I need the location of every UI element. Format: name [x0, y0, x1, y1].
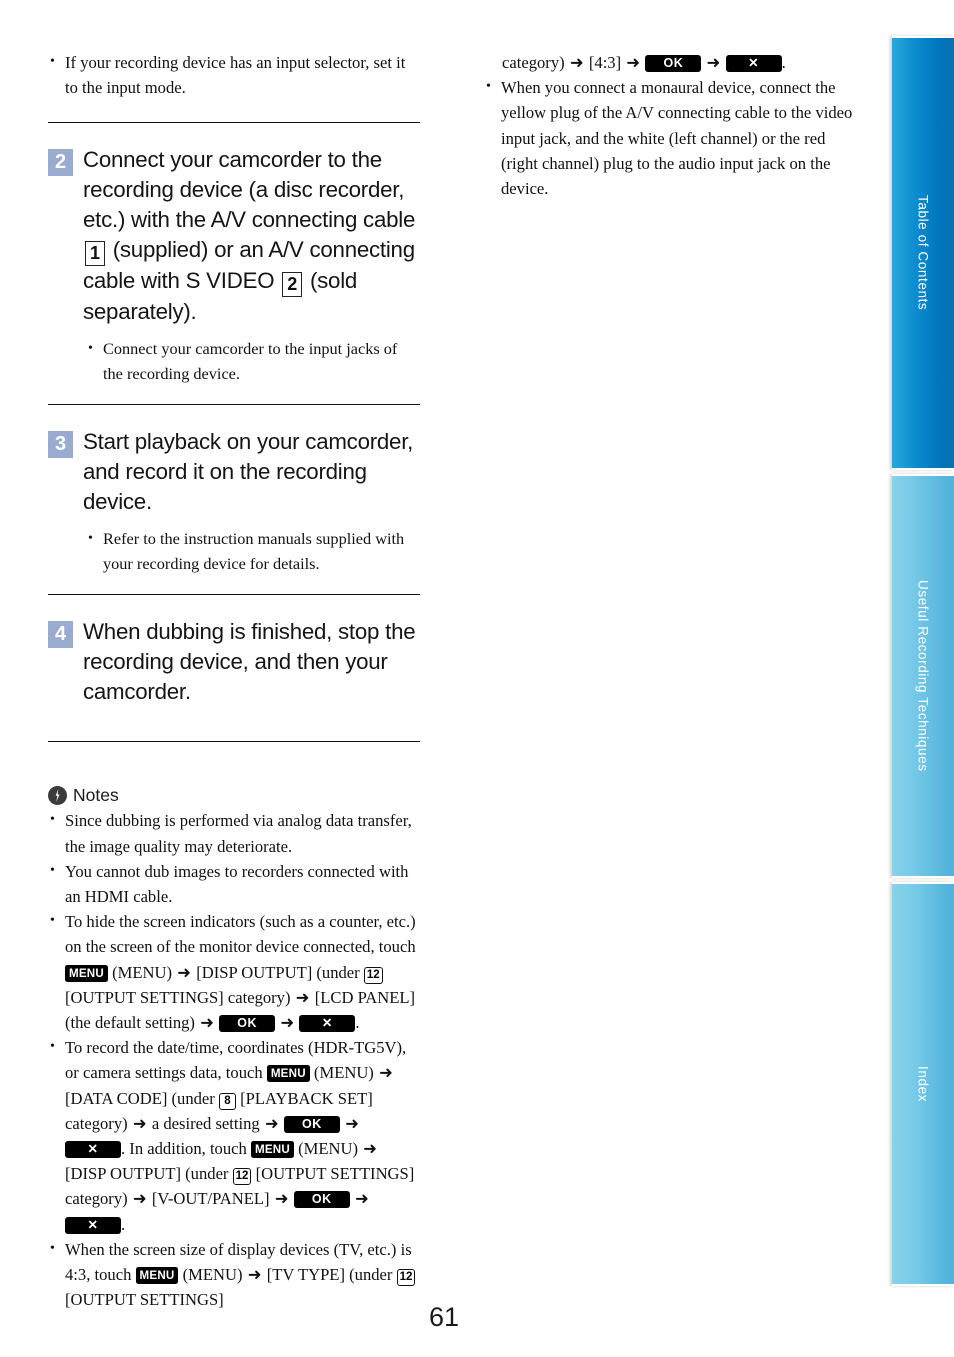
step-2: 2 Connect your camcorder to the recordin… — [48, 145, 420, 327]
menu-button-icon: MENU — [250, 1141, 294, 1159]
arrow-icon: ➜ — [264, 1113, 279, 1133]
document-page: If your recording device has an input se… — [0, 0, 954, 1357]
notes-list: Since dubbing is performed via analog da… — [48, 807, 420, 1312]
cont-period: . — [781, 53, 786, 72]
arrow-icon: ➜ — [132, 1113, 147, 1133]
cont-text-1: category) — [502, 53, 565, 72]
arrow-icon: ➜ — [363, 1139, 378, 1159]
step-number-badge: 4 — [48, 621, 73, 649]
ok-button-icon: OK — [293, 1191, 350, 1209]
sidebar-tab-useful-recording-techniques[interactable]: Useful Recording Techniques — [892, 474, 954, 878]
arrow-icon: ➜ — [295, 987, 310, 1007]
note4-period: . — [121, 1214, 126, 1234]
close-button-icon: ✕ — [65, 1141, 121, 1159]
sidebar-tab-rail: Table of Contents Useful Recording Techn… — [888, 0, 954, 1357]
step-number-badge: 3 — [48, 431, 73, 459]
category-12-icon: 12 — [232, 1168, 252, 1186]
arrow-icon: ➜ — [379, 1063, 393, 1083]
menu-button-icon: MENU — [266, 1065, 310, 1083]
arrow-icon: ➜ — [626, 53, 641, 72]
step-2-substeps: Connect your camcorder to the input jack… — [48, 336, 420, 386]
note5-text-2: (MENU) — [182, 1265, 243, 1285]
close-button-icon: ✕ — [725, 55, 782, 72]
list-item: If your recording device has an input se… — [48, 49, 420, 100]
note5-text-3: [TV TYPE] (under — [266, 1265, 393, 1285]
notes-section: Notes Since dubbing is performed via ana… — [48, 786, 420, 1312]
arrow-icon: ➜ — [345, 1113, 359, 1133]
flash-circle-icon — [48, 786, 67, 806]
ok-button-icon: OK — [283, 1115, 340, 1133]
arrow-icon: ➜ — [569, 53, 584, 72]
note4-text-8: [DISP OUTPUT] (under — [65, 1164, 229, 1184]
note3-text-3: [DISP OUTPUT] (under — [196, 962, 360, 982]
left-column: If your recording device has an input se… — [48, 49, 420, 1312]
step-3: 3 Start playback on your camcorder, and … — [48, 427, 420, 517]
step-text: When dubbing is finished, stop the recor… — [83, 619, 416, 705]
list-item: To hide the screen indicators (such as a… — [48, 908, 420, 1035]
section-divider — [48, 404, 420, 406]
section-divider — [48, 741, 420, 743]
category-12-icon: 12 — [363, 966, 383, 984]
step-number-badge: 2 — [48, 149, 73, 177]
note4-text-5: a desired setting — [151, 1113, 260, 1133]
list-item: To record the date/time, coordinates (HD… — [48, 1034, 420, 1237]
arrow-icon: ➜ — [354, 1189, 369, 1209]
menu-button-icon: MENU — [65, 964, 108, 982]
arrow-icon: ➜ — [132, 1189, 147, 1209]
list-item: Connect your camcorder to the input jack… — [86, 336, 420, 386]
list-item: When you connect a monaural device, conn… — [484, 74, 856, 201]
note3-period: . — [355, 1013, 360, 1033]
section-divider — [48, 594, 420, 596]
note3-text-2: (MENU) — [112, 962, 173, 982]
category-12-icon: 12 — [396, 1269, 416, 1287]
section-divider — [48, 122, 420, 124]
sidebar-tab-label: Useful Recording Techniques — [915, 580, 931, 772]
sidebar-tab-index[interactable]: Index — [892, 882, 954, 1286]
continued-line: category) ➜ [4:3] ➜ OK ➜ ✕. — [484, 50, 856, 75]
arrow-icon: ➜ — [280, 1013, 295, 1033]
step-text-part1: Connect your camcorder to the recording … — [83, 147, 416, 233]
arrow-icon: ➜ — [706, 53, 721, 72]
menu-button-icon: MENU — [135, 1267, 179, 1285]
cable-box-2-icon: 2 — [282, 272, 303, 298]
sidebar-tab-label: Index — [915, 1065, 931, 1103]
sidebar-tab-table-of-contents[interactable]: Table of Contents — [892, 36, 954, 470]
arrow-icon: ➜ — [200, 1013, 215, 1033]
step-3-substeps: Refer to the instruction manuals supplie… — [48, 526, 420, 576]
right-column: category) ➜ [4:3] ➜ OK ➜ ✕. When you con… — [484, 50, 856, 201]
notes-heading: Notes — [48, 785, 420, 806]
page-number: 61 — [428, 1302, 460, 1332]
ok-button-icon: OK — [645, 55, 702, 72]
list-item: You cannot dub images to recorders conne… — [48, 858, 420, 909]
sidebar-tab-label: Table of Contents — [915, 195, 931, 311]
ok-button-icon: OK — [219, 1015, 276, 1033]
cable-box-1-icon: 1 — [85, 241, 105, 267]
right-bullet-list: When you connect a monaural device, conn… — [484, 74, 856, 201]
note4-text-6: . In addition, touch — [121, 1139, 247, 1159]
note4-text-2: (MENU) — [313, 1063, 374, 1083]
list-item: Since dubbing is performed via analog da… — [48, 807, 420, 858]
step-text: Connect your camcorder to the recording … — [83, 145, 420, 327]
note3-text-1: To hide the screen indicators (such as a… — [65, 912, 416, 957]
close-button-icon: ✕ — [65, 1216, 121, 1234]
cont-text-2: [4:3] — [588, 53, 622, 72]
close-button-icon: ✕ — [299, 1015, 356, 1033]
note4-text-7: (MENU) — [298, 1139, 358, 1159]
step-text-part2: (supplied) or an A/V connecting cable wi… — [83, 237, 415, 294]
note4-text-10: [V-OUT/PANEL] — [151, 1189, 270, 1209]
arrow-icon: ➜ — [274, 1189, 289, 1209]
note3-text-4: [OUTPUT SETTINGS] category) — [65, 987, 291, 1007]
intro-bullet-list: If your recording device has an input se… — [48, 49, 420, 100]
rule-spacer — [48, 122, 420, 124]
step-4: 4 When dubbing is finished, stop the rec… — [48, 617, 420, 707]
note4-text-3: [DATA CODE] (under — [65, 1088, 215, 1108]
step-text: Start playback on your camcorder, and re… — [83, 429, 414, 515]
notes-title: Notes — [73, 785, 119, 806]
list-item: Refer to the instruction manuals supplie… — [86, 526, 420, 576]
arrow-icon: ➜ — [247, 1265, 262, 1285]
category-8-icon: 8 — [219, 1092, 236, 1110]
arrow-icon: ➜ — [177, 962, 192, 982]
